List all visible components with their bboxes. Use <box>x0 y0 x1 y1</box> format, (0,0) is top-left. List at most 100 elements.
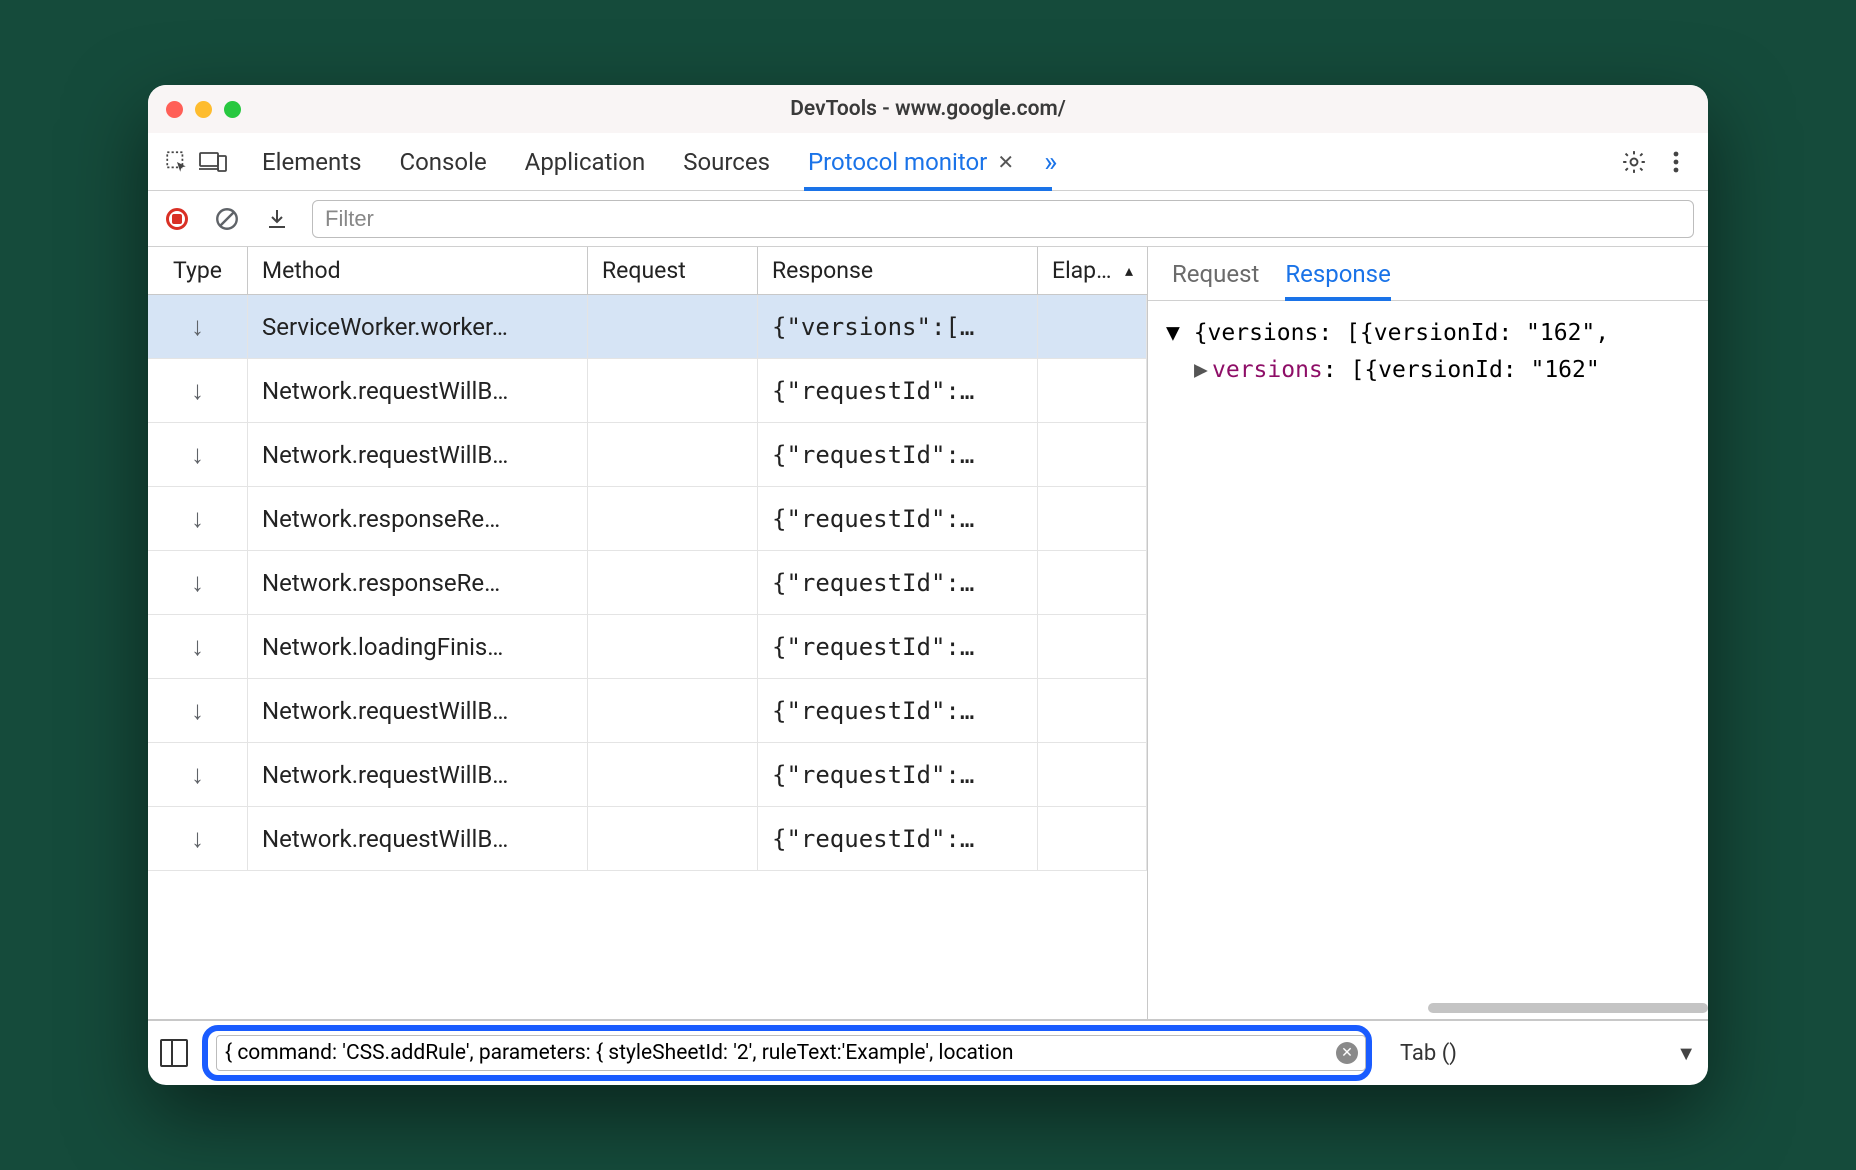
minimize-window-button[interactable] <box>195 101 212 118</box>
cell-elapsed <box>1038 423 1147 486</box>
cell-type: ↓ <box>148 679 248 742</box>
cell-response: {"requestId":… <box>758 423 1038 486</box>
tab-application[interactable]: Application <box>521 133 650 190</box>
header-request[interactable]: Request <box>588 247 758 294</box>
tab-protocol-monitor[interactable]: Protocol monitor ✕ <box>804 133 1018 190</box>
cell-request <box>588 551 758 614</box>
table-row[interactable]: ↓ Network.requestWillB… {"requestId":… <box>148 743 1147 807</box>
detail-pane: Request Response ▼ {versions: [{versionI… <box>1148 247 1708 1019</box>
table-row[interactable]: ↓Network.responseRe…{"requestId":… <box>148 487 1147 551</box>
cell-request <box>588 807 758 870</box>
cell-method: Network.requestWillB… <box>248 359 588 422</box>
caret-down-icon[interactable]: ▼ { <box>1166 320 1208 346</box>
header-response[interactable]: Response <box>758 247 1038 294</box>
table-row[interactable]: ↓ Network.requestWillB… {"requestId":… <box>148 423 1147 487</box>
cell-elapsed <box>1038 487 1147 550</box>
horizontal-scrollbar[interactable] <box>1148 1007 1708 1019</box>
caret-right-icon[interactable]: ▶ <box>1194 352 1212 389</box>
cell-response: {"requestId":… <box>758 359 1038 422</box>
cell-request <box>588 295 758 358</box>
arrow-down-icon: ↓ <box>191 567 204 598</box>
sort-icon: ▴ <box>1125 261 1133 280</box>
cell-type: ↓ <box>148 551 248 614</box>
clear-input-icon[interactable]: ✕ <box>1336 1042 1358 1064</box>
arrow-down-icon: ↓ <box>191 823 204 854</box>
cell-type: ↓ <box>148 359 248 422</box>
cell-request <box>588 423 758 486</box>
cell-type: ↓ <box>148 295 248 358</box>
arrow-down-icon: ↓ <box>191 503 204 534</box>
cell-response: {"requestId":… <box>758 551 1038 614</box>
close-tab-icon[interactable]: ✕ <box>997 150 1014 174</box>
window-title: DevTools - www.google.com/ <box>148 97 1708 121</box>
tab-elements[interactable]: Elements <box>258 133 365 190</box>
table-row[interactable]: ↓ Network.responseRe… {"requestId":… <box>148 551 1147 615</box>
cell-type: ↓ <box>148 743 248 806</box>
titlebar: DevTools - www.google.com/ <box>148 85 1708 133</box>
table-row[interactable]: ↓ Network.requestWillB… {"requestId":… <box>148 359 1147 423</box>
arrow-down-icon: ↓ <box>191 375 204 406</box>
tree-child-line[interactable]: ▶versions: [{versionId: "162" <box>1166 352 1690 389</box>
device-toolbar-icon[interactable] <box>198 147 228 177</box>
table-row[interactable]: ↓Network.requestWillB…{"requestId":… <box>148 679 1147 743</box>
panel-tabbar: Elements Console Application Sources Pro… <box>148 133 1708 191</box>
cell-elapsed <box>1038 679 1147 742</box>
filter-input[interactable] <box>312 200 1694 238</box>
detail-tab-response[interactable]: Response <box>1285 247 1390 300</box>
arrow-down-icon: ↓ <box>191 439 204 470</box>
download-button[interactable] <box>262 204 292 234</box>
more-menu-icon[interactable] <box>1658 150 1694 174</box>
cell-elapsed <box>1038 743 1147 806</box>
header-elapsed[interactable]: Elap…▴ <box>1038 247 1147 294</box>
show-drawer-icon[interactable] <box>160 1039 188 1067</box>
table-body[interactable]: ↓ServiceWorker.worker…{"versions":[…↓Net… <box>148 295 1147 1019</box>
arrow-down-icon: ↓ <box>191 695 204 726</box>
cell-elapsed <box>1038 551 1147 614</box>
settings-gear-icon[interactable] <box>1616 149 1652 175</box>
detail-tab-request[interactable]: Request <box>1172 247 1259 300</box>
arrow-down-icon: ↓ <box>191 759 204 790</box>
inspect-icon[interactable] <box>162 147 192 177</box>
drawer-tab-label: Tab () <box>1400 1041 1457 1066</box>
record-button[interactable] <box>162 204 192 234</box>
cell-response: {"requestId":… <box>758 679 1038 742</box>
detail-tabs: Request Response <box>1148 247 1708 301</box>
header-method[interactable]: Method <box>248 247 588 294</box>
more-tabs-button[interactable]: » <box>1044 145 1057 178</box>
cell-method: Network.requestWillB… <box>248 423 588 486</box>
cell-response: {"requestId":… <box>758 615 1038 678</box>
cell-request <box>588 743 758 806</box>
cell-method: Network.requestWillB… <box>248 743 588 806</box>
table-row[interactable]: ↓Network.loadingFinis…{"requestId":… <box>148 615 1147 679</box>
table-row[interactable]: ↓ServiceWorker.worker…{"versions":[… <box>148 295 1147 359</box>
arrow-down-icon: ↓ <box>191 631 204 662</box>
detail-body: ▼ {versions: [{versionId: "162", ▶versio… <box>1148 301 1708 1007</box>
drawer-collapse-icon[interactable]: ▼ <box>1676 1041 1696 1066</box>
tree-key: versions <box>1208 320 1319 346</box>
tab-console[interactable]: Console <box>395 133 490 190</box>
cell-elapsed <box>1038 295 1147 358</box>
cell-elapsed <box>1038 359 1147 422</box>
protocol-toolbar <box>148 191 1708 247</box>
maximize-window-button[interactable] <box>224 101 241 118</box>
cell-request <box>588 359 758 422</box>
cell-response: {"requestId":… <box>758 487 1038 550</box>
tab-sources[interactable]: Sources <box>679 133 774 190</box>
close-window-button[interactable] <box>166 101 183 118</box>
table-row[interactable]: ↓Network.requestWillB…{"requestId":… <box>148 807 1147 871</box>
command-input[interactable] <box>216 1035 1366 1071</box>
tree-key: versions <box>1212 357 1323 383</box>
header-type[interactable]: Type <box>148 247 248 294</box>
cell-type: ↓ <box>148 423 248 486</box>
cell-request <box>588 679 758 742</box>
cell-response: {"requestId":… <box>758 743 1038 806</box>
tab-label: Protocol monitor <box>808 148 987 176</box>
cell-method: Network.responseRe… <box>248 551 588 614</box>
clear-button[interactable] <box>212 204 242 234</box>
arrow-down-icon: ↓ <box>191 311 204 342</box>
console-drawer: ✕ Tab () ▼ <box>148 1019 1708 1085</box>
tree-rest: : [{versionId: "162" <box>1323 357 1600 383</box>
cell-type: ↓ <box>148 487 248 550</box>
devtools-window: DevTools - www.google.com/ Elements Cons… <box>148 85 1708 1085</box>
tree-root-line[interactable]: ▼ {versions: [{versionId: "162", <box>1166 315 1690 352</box>
